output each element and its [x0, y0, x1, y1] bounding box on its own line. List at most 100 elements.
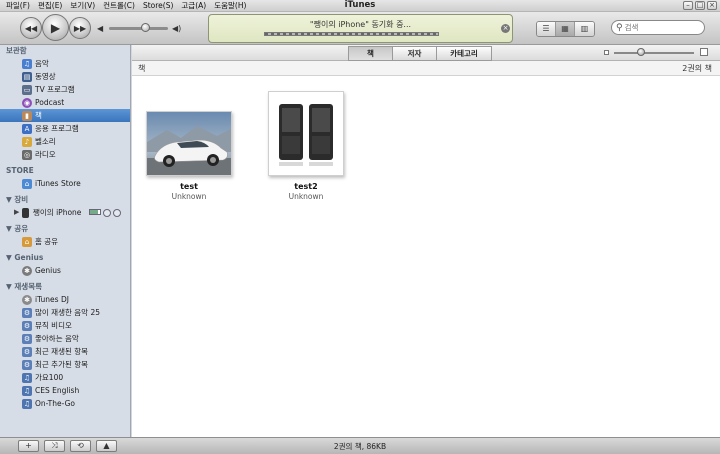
minimize-icon[interactable]: –	[683, 1, 693, 10]
sync-icon	[103, 209, 111, 217]
menu-advanced[interactable]: 고급(A)	[177, 1, 210, 11]
volume-slider[interactable]	[109, 27, 168, 30]
list-view-icon[interactable]: ☰	[537, 22, 556, 36]
smart-playlist-icon: ⚙	[22, 360, 32, 370]
smart-playlist-icon: ⚙	[22, 321, 32, 331]
playlists-header: ▼ 재생목록	[6, 282, 42, 291]
menu-help[interactable]: 도움말(H)	[210, 1, 250, 11]
sidebar-item-favorites[interactable]: ⚙ 좋아하는 음악	[0, 332, 130, 345]
sidebar-item-ringtones[interactable]: ♪ 벨소리	[0, 135, 130, 148]
browse-tabs: 책 저자 카테고리	[348, 46, 492, 61]
book-author: Unknown	[288, 192, 324, 201]
eject-icon[interactable]	[113, 209, 121, 217]
store-icon: ⌂	[22, 179, 32, 189]
sidebar-item-recently-played[interactable]: ⚙ 최근 재생된 항목	[0, 345, 130, 358]
rewind-icon: ◀◀	[24, 23, 38, 33]
apps-icon: A	[22, 124, 32, 134]
sidebar-item-iphone[interactable]: ▶ 쨍이의 iPhone	[0, 206, 130, 219]
sync-progress-bar	[264, 32, 439, 36]
menu-file[interactable]: 파일(F)	[2, 1, 34, 11]
sync-status-text: "쨍이의 iPhone" 동기화 중...	[309, 20, 412, 29]
sidebar-item-apps[interactable]: A 응용 프로그램	[0, 122, 130, 135]
devices-header: ▼ 장비	[6, 195, 29, 204]
shared-header: ▼ 공유	[6, 224, 29, 233]
bell-icon: ♪	[22, 137, 32, 147]
fast-forward-icon: ▶▶	[73, 23, 87, 33]
smart-playlist-icon: ⚙	[22, 334, 32, 344]
book-item[interactable]: test Unknown	[144, 111, 234, 201]
close-icon[interactable]: ×	[707, 1, 717, 10]
tv-icon: ▭	[22, 85, 32, 95]
car-image	[147, 112, 231, 175]
status-text: 2권의 책, 86KB	[333, 442, 387, 451]
volume-slider-handle[interactable]	[141, 23, 150, 32]
search-input[interactable]	[624, 23, 695, 32]
maximize-icon[interactable]: □	[695, 1, 705, 10]
sidebar-item-itunes-store[interactable]: ⌂ iTunes Store	[0, 177, 130, 190]
expand-arrow-icon[interactable]: ▶	[14, 206, 19, 219]
cancel-sync-icon[interactable]: ×	[501, 24, 510, 33]
film-icon: ▤	[22, 72, 32, 82]
book-author: Unknown	[171, 192, 207, 201]
coverflow-view-icon[interactable]: ▥	[575, 22, 594, 36]
book-title: test	[180, 182, 198, 191]
play-button[interactable]: ▶	[42, 14, 69, 41]
tab-authors[interactable]: 저자	[393, 47, 437, 60]
book-icon: ▮	[22, 111, 32, 121]
title-bar: 파일(F) 편집(E) 보기(V) 컨트롤(C) Store(S) 고급(A) …	[0, 0, 720, 12]
menu-controls[interactable]: 컨트롤(C)	[99, 1, 139, 11]
previous-button[interactable]: ◀◀	[20, 17, 42, 39]
toolbar: ◀◀ ▶ ▶▶ ◀ ◀) "쨍이의 iPhone" 동기화 중... × ☰ ▦…	[0, 12, 720, 45]
device-status	[89, 209, 121, 217]
sidebar-item-on-the-go[interactable]: ♫ On-The-Go	[0, 397, 130, 410]
book-title: test2	[294, 182, 318, 191]
sidebar-item-podcast[interactable]: ◉ Podcast	[0, 96, 130, 109]
library-header: 보관함	[6, 46, 27, 55]
playlist-icon: ♫	[22, 399, 32, 409]
sidebar-item-recently-added[interactable]: ⚙ 최근 추가된 항목	[0, 358, 130, 371]
book-cover[interactable]	[146, 111, 232, 176]
battery-icon	[89, 209, 101, 215]
status-display: "쨍이의 iPhone" 동기화 중... ×	[208, 14, 513, 43]
menu-bar: 파일(F) 편집(E) 보기(V) 컨트롤(C) Store(S) 고급(A) …	[2, 1, 250, 11]
window-controls: – □ ×	[683, 1, 717, 10]
grid-view-icon[interactable]: ▦	[556, 22, 575, 36]
status-bar: + ⤨ ⟲ ▲ 2권의 책, 86KB	[0, 437, 720, 454]
sidebar-item-genius[interactable]: ✱ Genius	[0, 264, 130, 277]
next-button[interactable]: ▶▶	[69, 17, 91, 39]
filter-bar: 책 저자 카테고리	[132, 45, 720, 61]
sidebar-item-top25[interactable]: ⚙ 많이 재생한 음악 25	[0, 306, 130, 319]
group-header: 책 2권의 책	[132, 61, 720, 76]
volume-high-icon: ◀)	[172, 24, 182, 33]
sidebar-item-movies[interactable]: ▤ 동영상	[0, 70, 130, 83]
playlist-icon: ♫	[22, 386, 32, 396]
zoom-small-icon	[604, 50, 609, 55]
sidebar-item-music[interactable]: ♫ 음악	[0, 57, 130, 70]
sidebar-item-ces-english[interactable]: ♫ CES English	[0, 384, 130, 397]
sidebar-item-home-sharing[interactable]: ⌂ 홈 공유	[0, 235, 130, 248]
zoom-large-icon	[700, 48, 708, 56]
sidebar-item-tv[interactable]: ▭ TV 프로그램	[0, 83, 130, 96]
tab-books[interactable]: 책	[349, 47, 393, 60]
play-icon: ▶	[50, 20, 61, 35]
sidebar-item-radio[interactable]: ◎ 라디오	[0, 148, 130, 161]
zoom-slider-handle[interactable]	[637, 48, 645, 56]
book-item[interactable]: test2 Unknown	[266, 91, 346, 201]
playlist-icon: ♫	[22, 373, 32, 383]
sidebar-item-books[interactable]: ▮ 책	[0, 109, 130, 122]
volume-low-icon: ◀	[97, 24, 104, 33]
dj-icon: ✱	[22, 295, 32, 305]
zoom-slider[interactable]	[614, 52, 694, 54]
view-selector: ☰ ▦ ▥	[536, 21, 595, 37]
sidebar-item-music-videos[interactable]: ⚙ 뮤직 비디오	[0, 319, 130, 332]
menu-edit[interactable]: 편집(E)	[34, 1, 66, 11]
book-cover[interactable]	[268, 91, 344, 176]
sidebar-item-kpop100[interactable]: ♫ 가요100	[0, 371, 130, 384]
tab-categories[interactable]: 카테고리	[437, 47, 491, 60]
sidebar-item-itunes-dj[interactable]: ✱ iTunes DJ	[0, 293, 130, 306]
menu-store[interactable]: Store(S)	[139, 1, 177, 11]
search-box[interactable]: ⚲	[611, 20, 705, 35]
home-icon: ⌂	[22, 237, 32, 247]
group-title: 책	[138, 64, 146, 73]
menu-view[interactable]: 보기(V)	[66, 1, 99, 11]
